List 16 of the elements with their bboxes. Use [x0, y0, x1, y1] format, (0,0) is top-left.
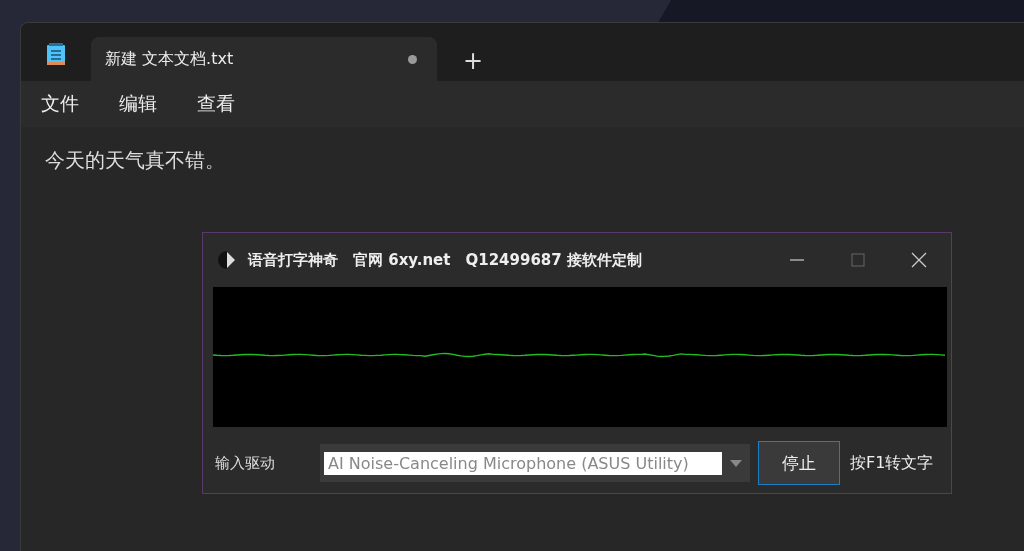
document-text: 今天的天气真不错。	[45, 147, 226, 174]
tab-label: 新建 文本文档.txt	[105, 48, 235, 70]
stop-button[interactable]: 停止	[758, 441, 840, 485]
caret-icon	[730, 459, 742, 467]
dialog-title: 语音打字神奇 官网 6xy.net Q12499687 接软件定制	[248, 250, 643, 270]
hint-text: 按F1转文字	[850, 452, 934, 474]
menu-item[interactable]: 文件	[29, 87, 91, 121]
input-label: 输入驱动	[215, 453, 276, 473]
device-dropdown[interactable]: AI Noise-Canceling Microphone (ASUS Utility)	[320, 444, 750, 482]
close-icon[interactable]	[911, 252, 927, 268]
new-tab-button[interactable]: +	[457, 47, 490, 75]
menu-item[interactable]: 编辑	[107, 87, 169, 121]
menu-item[interactable]: 查看	[185, 87, 247, 121]
app-logo-icon	[218, 250, 236, 270]
file-tab[interactable]: 新建 文本文档.txt	[91, 37, 437, 81]
notepad-icon	[47, 43, 65, 65]
